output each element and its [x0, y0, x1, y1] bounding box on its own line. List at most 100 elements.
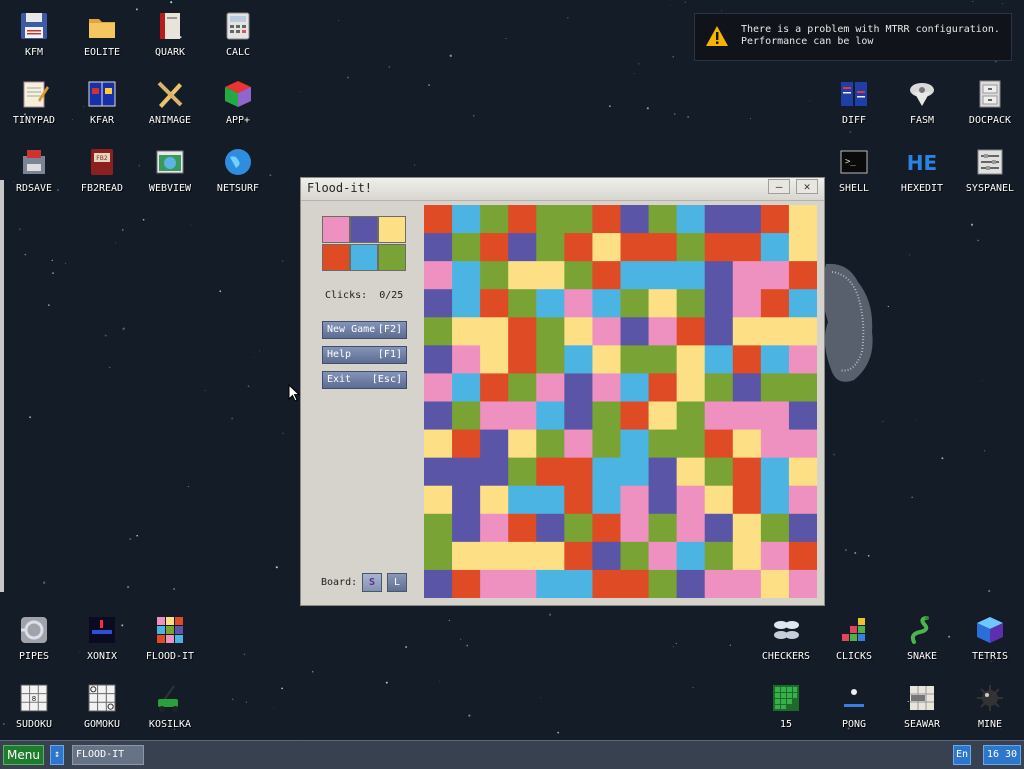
board-cell	[480, 429, 509, 459]
palette-swatch-blue[interactable]	[350, 244, 378, 271]
flood-board[interactable]	[424, 205, 817, 598]
board-cell	[704, 261, 734, 290]
desktop-icon-tinypad[interactable]: TINYPAD	[0, 68, 68, 132]
board-cell	[452, 457, 481, 487]
board-cell	[508, 317, 537, 346]
board-cell	[536, 569, 565, 598]
desktop-icon-pipes[interactable]: PIPES	[0, 604, 68, 668]
desktop-icon-appplus[interactable]: APP+	[204, 68, 272, 132]
board-cell	[732, 457, 762, 487]
desktop-icon-snake[interactable]: SNAKE	[888, 604, 956, 668]
desktop-icon-checkers[interactable]: CHECKERS	[752, 604, 820, 668]
board-small-button[interactable]: S	[362, 573, 382, 592]
board-cell	[452, 485, 481, 515]
hex-editor-icon: HE	[907, 151, 937, 175]
desktop-icon-pong[interactable]: PONG	[820, 672, 888, 736]
pencil-ruler-icon	[157, 81, 183, 108]
board-cell	[676, 457, 706, 487]
board-cell	[760, 457, 790, 487]
palette-swatch-purple[interactable]	[350, 216, 378, 243]
desktop-icon-floodit[interactable]: FLOOD-IT	[136, 604, 204, 668]
desktop-icon-eolite[interactable]: EOLITE	[68, 0, 136, 64]
keyboard-layout-indicator[interactable]: En	[953, 745, 971, 765]
board-cell	[564, 513, 593, 543]
color-palette	[322, 216, 408, 272]
board-cell	[620, 401, 650, 431]
desktop-icon-gomoku[interactable]: GOMOKU	[68, 672, 136, 736]
board-cell	[452, 513, 481, 543]
board-cell	[676, 345, 706, 374]
palette-swatch-green[interactable]	[378, 244, 406, 271]
desktop-icon-kfm[interactable]: KFM	[0, 0, 68, 64]
board-cell	[508, 513, 537, 543]
desktop-icon-tetris[interactable]: TETRIS	[956, 604, 1024, 668]
desktop-icon-fifteen[interactable]: 15	[752, 672, 820, 736]
palette-swatch-pink[interactable]	[322, 216, 350, 243]
board-cell	[620, 541, 650, 571]
desktop-icon-sudoku[interactable]: 8 SUDOKU	[0, 672, 68, 736]
desktop-icon-label: DOCPACK	[968, 115, 1012, 126]
board-cell	[620, 569, 650, 598]
board-cell	[452, 261, 481, 290]
desktop-icon-xonix[interactable]: XONIX	[68, 604, 136, 668]
pipes-icon	[21, 617, 47, 643]
desktop-icon-webview[interactable]: WEBVIEW	[136, 136, 204, 200]
desktop-icon-seawar[interactable]: SEAWAR	[888, 672, 956, 736]
board-cell	[704, 541, 734, 571]
board-cell	[452, 429, 481, 459]
board-cell	[648, 205, 678, 234]
desktop-icon-hexedit[interactable]: HE HEXEDIT	[888, 136, 956, 200]
battleship-icon	[910, 686, 934, 710]
desktop-icon-fasm[interactable]: FASM	[888, 68, 956, 132]
desktop-icon-shell[interactable]: >_ SHELL	[820, 136, 888, 200]
desktop-icon-quark[interactable]: QUARK	[136, 0, 204, 64]
board-cell	[788, 345, 817, 374]
board-cell	[480, 401, 509, 431]
taskbar-task-flood-it[interactable]: FLOOD-IT	[72, 745, 144, 765]
board-cell	[732, 205, 762, 234]
board-cell	[760, 261, 790, 290]
task-switch-arrow-icon[interactable]: ↕	[50, 745, 64, 765]
board-cell	[788, 429, 817, 459]
palette-swatch-yellow[interactable]	[378, 216, 406, 243]
board-cell	[620, 289, 650, 318]
sliders-icon	[977, 149, 1003, 175]
desktop-icon-calc[interactable]: CALC	[204, 0, 272, 64]
desktop-icon-mine[interactable]: MINE	[956, 672, 1024, 736]
minimize-button[interactable]: —	[768, 179, 790, 194]
desktop-icon-rdsave[interactable]: RDSAVE	[0, 136, 68, 200]
board-cell	[732, 289, 762, 318]
board-cell	[760, 233, 790, 262]
board-cell	[648, 345, 678, 374]
desktop-icon-fb2read[interactable]: FB2 FB2READ	[68, 136, 136, 200]
board-cell	[592, 289, 621, 318]
desktop-icon-label: MINE	[977, 719, 1003, 730]
window-titlebar[interactable]: Flood-it! — ✕	[301, 178, 824, 201]
desktop-icon-netsurf[interactable]: NETSURF	[204, 136, 272, 200]
desktop-icon-animage[interactable]: ANIMAGE	[136, 68, 204, 132]
close-button[interactable]: ✕	[796, 179, 818, 194]
desktop-icon-syspanel[interactable]: SYSPANEL	[956, 136, 1024, 200]
board-cell	[536, 485, 565, 515]
help-button[interactable]: Help [F1]	[322, 346, 407, 364]
board-cell	[704, 317, 734, 346]
flood-it-window: Flood-it! — ✕ Clicks: 0/25 New Game [F2]…	[300, 177, 825, 606]
palette-swatch-red[interactable]	[322, 244, 350, 271]
desktop-icon-kfar[interactable]: KFAR	[68, 68, 136, 132]
board-cell	[536, 457, 565, 487]
board-large-button[interactable]: L	[387, 573, 407, 592]
exit-button[interactable]: Exit [Esc]	[322, 371, 407, 389]
board-cell	[676, 373, 706, 402]
desktop-icon-kosilka[interactable]: KOSILKA	[136, 672, 204, 736]
board-cell	[648, 233, 678, 262]
board-cell	[592, 485, 621, 515]
desktop-icon-docpack[interactable]: DOCPACK	[956, 68, 1024, 132]
menu-button[interactable]: Menu	[3, 745, 44, 765]
desktop-icon-diff[interactable]: DIFF	[820, 68, 888, 132]
board-cell	[648, 373, 678, 402]
color-grid-icon	[157, 617, 183, 643]
new-game-button[interactable]: New Game [F2]	[322, 321, 407, 339]
board-cell	[564, 457, 593, 487]
svg-text:FB2: FB2	[96, 155, 108, 162]
desktop-icon-clicks[interactable]: CLICKS	[820, 604, 888, 668]
